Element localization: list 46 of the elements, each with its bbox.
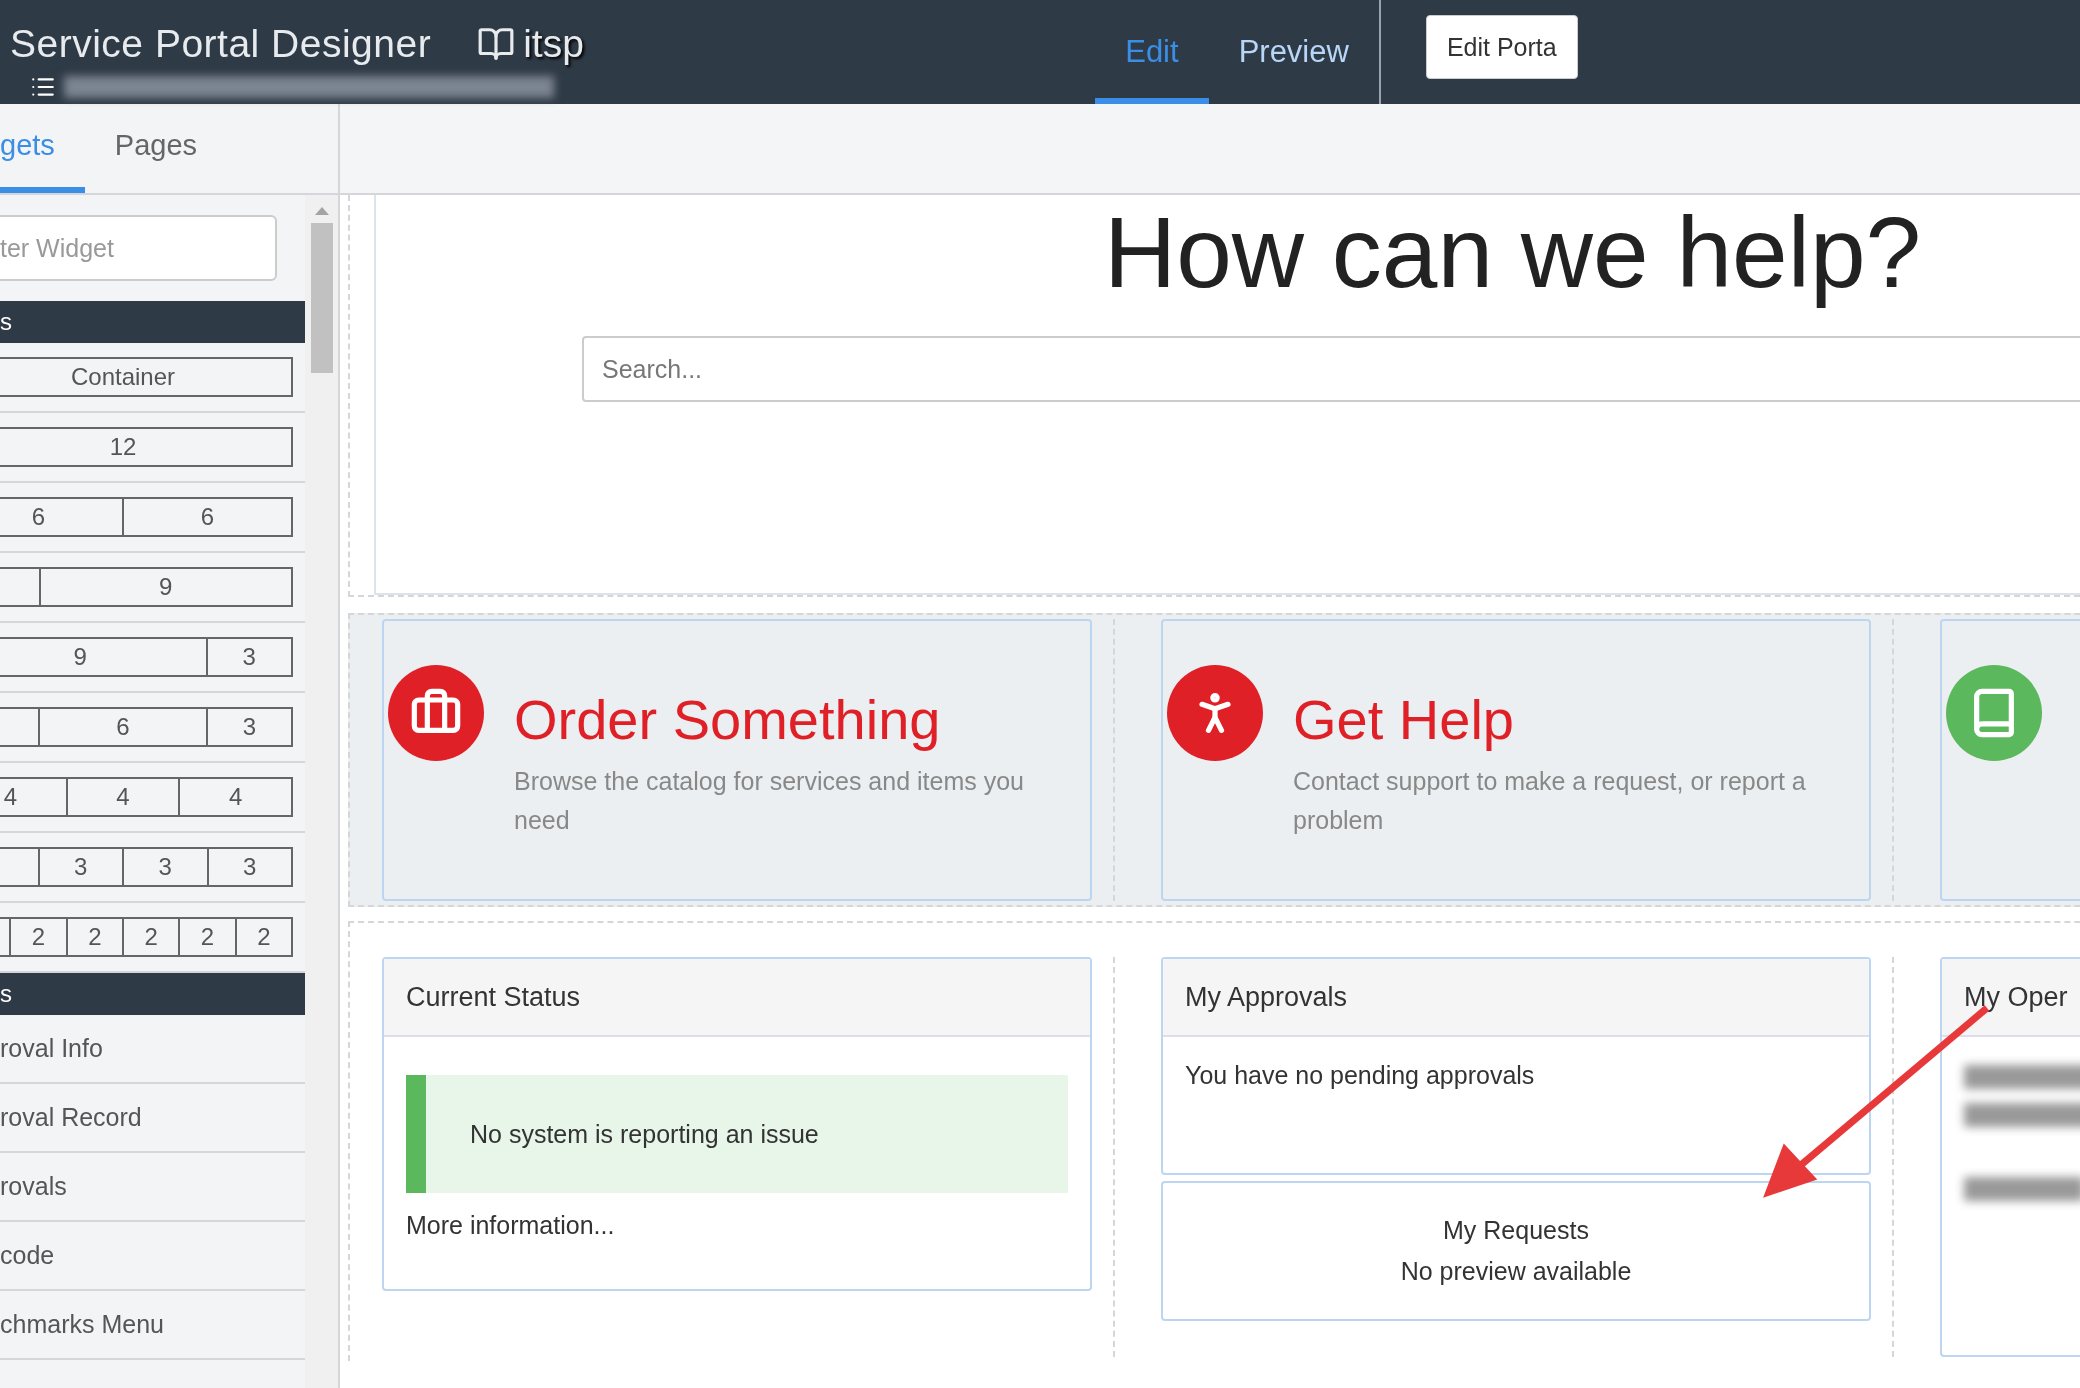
preview-message: No preview available: [1399, 1257, 1633, 1286]
layout-cell[interactable]: 4: [65, 777, 181, 817]
portal-name[interactable]: itsp: [477, 22, 584, 66]
layout-cell[interactable]: 4: [0, 777, 68, 817]
search-field[interactable]: Search...: [582, 336, 2080, 402]
card-description: Browse the catalog for services and items you need: [514, 766, 1025, 836]
layout-cell[interactable]: Container: [0, 357, 293, 397]
sidebar-tab[interactable]: Pages: [84, 104, 228, 193]
section-header[interactable]: s: [0, 973, 305, 1015]
section-header[interactable]: s: [0, 301, 305, 343]
card-title: Order Something: [514, 687, 942, 752]
layout-cell[interactable]: 6: [0, 497, 124, 537]
layout-cell[interactable]: 3: [206, 847, 293, 887]
book-icon: [477, 25, 516, 63]
layout-cell[interactable]: 2: [9, 917, 68, 957]
panel-title: My Oper: [1942, 959, 2080, 1037]
layout-cell[interactable]: 2: [178, 917, 237, 957]
layout-cell[interactable]: 3: [37, 847, 124, 887]
panel-title: Current Status: [384, 959, 1090, 1037]
layout-cell[interactable]: 9: [0, 637, 208, 677]
hero-title: How can we help?: [1104, 195, 1922, 310]
requests-title: My Requests: [1442, 1216, 1590, 1245]
card-description: Contact support to make a request, or report a problem: [1293, 766, 1807, 836]
layout-cell[interactable]: 6: [38, 707, 208, 747]
menu-card[interactable]: Order Something Browse the catalog for services and items you need: [382, 619, 1092, 901]
app-title: Service Portal Designer: [10, 22, 432, 66]
status-message: No system is reporting an issue: [406, 1075, 1068, 1193]
mode-tab[interactable]: Preview: [1208, 0, 1379, 104]
layout-cell[interactable]: 12: [0, 427, 293, 467]
menu-card[interactable]: Get Help Contact support to make a request, or report a problem: [1161, 619, 1871, 901]
panel-title: My Approvals: [1163, 959, 1869, 1037]
layout-cell[interactable]: 4: [178, 777, 293, 817]
layout-cell[interactable]: 6: [122, 497, 293, 537]
layout-cell[interactable]: 9: [38, 567, 293, 607]
edit-portal-button[interactable]: Edit Porta: [1425, 15, 1578, 79]
layout-cell[interactable]: 2: [122, 917, 181, 957]
approvals-message: You have no pending approvals: [1184, 1060, 1536, 1091]
scrollbar-thumb[interactable]: [310, 223, 333, 373]
layout-cell[interactable]: 3: [206, 707, 293, 747]
layout-cell[interactable]: 3: [205, 637, 293, 677]
card-title: Get Help: [1293, 687, 1515, 752]
layout-cell[interactable]: 3: [122, 847, 209, 887]
filter-field[interactable]: ter Widget: [0, 215, 277, 281]
layout-cell[interactable]: 2: [65, 917, 124, 957]
more-info-link[interactable]: More information...: [384, 1193, 1090, 1258]
layout-cell[interactable]: 2: [234, 917, 293, 957]
